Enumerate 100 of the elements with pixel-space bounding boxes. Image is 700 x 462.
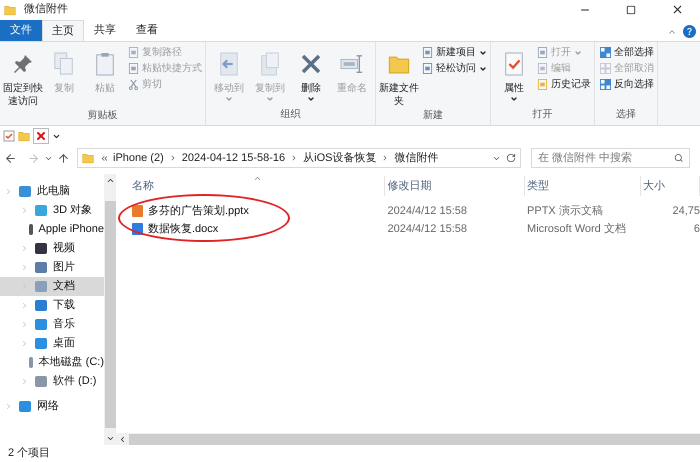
expand-icon bbox=[4, 402, 13, 411]
help-icon[interactable] bbox=[683, 25, 696, 38]
search-field[interactable]: 在 微信附件 中搜索 bbox=[531, 148, 690, 168]
column-header[interactable]: 大小 bbox=[640, 176, 700, 196]
document-icon bbox=[422, 63, 433, 74]
expand-icon bbox=[20, 377, 29, 386]
search-icon bbox=[674, 153, 683, 163]
sidebar-item[interactable]: Apple iPhone bbox=[0, 220, 104, 239]
sidebar-item[interactable]: 视频 bbox=[0, 239, 104, 258]
group-label: 打开 bbox=[532, 108, 554, 122]
ribbon-button[interactable]: 轻松访问 bbox=[422, 62, 487, 75]
checked-document-icon bbox=[503, 50, 525, 78]
expand-icon bbox=[20, 301, 29, 310]
ribbon-tab[interactable]: 共享 bbox=[84, 20, 126, 41]
sidebar-item[interactable]: 桌面 bbox=[0, 334, 104, 353]
scrollbar[interactable] bbox=[104, 174, 116, 445]
group-label: 组织 bbox=[280, 108, 302, 122]
document-icon bbox=[422, 47, 433, 58]
sidebar-item[interactable]: 下载 bbox=[0, 296, 104, 315]
document-icon bbox=[537, 63, 548, 74]
table-cell-text: PPTX 演示文稿 bbox=[527, 204, 603, 219]
ribbon-button[interactable]: 固定到快速访问 bbox=[3, 46, 43, 108]
horizontal-scrollbar[interactable] bbox=[116, 433, 700, 445]
ribbon-button[interactable]: 新建项目 bbox=[422, 46, 487, 59]
ribbon-button[interactable]: 属性 bbox=[494, 46, 534, 103]
sidebar-item[interactable]: 软件 (D:) bbox=[0, 372, 104, 391]
table-cell-text: 2024/4/12 15:58 bbox=[387, 222, 468, 237]
ribbon-button[interactable]: 删除 bbox=[291, 46, 331, 103]
sidebar-item[interactable]: 音乐 bbox=[0, 315, 104, 334]
grid-icon bbox=[600, 47, 611, 58]
expand-icon bbox=[20, 339, 29, 348]
ribbon-button[interactable]: 反向选择 bbox=[600, 78, 654, 91]
file-tab[interactable]: 文件 bbox=[0, 20, 42, 41]
group-label: 新建 bbox=[422, 108, 444, 123]
scissors-icon bbox=[128, 79, 139, 90]
expand-icon bbox=[20, 263, 29, 272]
table-cell-text: 6 bbox=[694, 222, 700, 237]
column-header[interactable]: 名称 bbox=[130, 176, 386, 196]
table-cell-text: 2024/4/12 15:58 bbox=[387, 204, 468, 219]
folder-icon bbox=[4, 4, 16, 16]
rename-icon bbox=[339, 53, 365, 75]
column-header[interactable]: 修改日期 bbox=[385, 176, 526, 196]
up-icon[interactable] bbox=[57, 152, 70, 164]
back-icon[interactable] bbox=[4, 152, 17, 164]
caret-icon bbox=[266, 95, 274, 103]
sidebar-item[interactable]: 3D 对象 bbox=[0, 201, 104, 220]
document-icon bbox=[128, 47, 139, 58]
document-icon bbox=[537, 47, 548, 58]
sidebar-item[interactable]: 图片 bbox=[0, 258, 104, 277]
status-text: 2 个项目 bbox=[8, 446, 50, 462]
breadcrumb[interactable]: iPhone (2) bbox=[113, 150, 164, 166]
table-cell[interactable]: 多芬的广告策划.pptx bbox=[148, 202, 249, 220]
sidebar-item[interactable]: 文档 bbox=[0, 277, 104, 296]
expand-icon bbox=[20, 244, 29, 253]
ribbon-tab[interactable]: 主页 bbox=[42, 20, 84, 41]
cross-icon bbox=[35, 130, 47, 142]
scroll-down-icon[interactable] bbox=[106, 434, 114, 443]
breadcrumb[interactable]: 微信附件 bbox=[394, 150, 438, 166]
sidebar-item[interactable]: 此电脑 bbox=[0, 182, 104, 201]
sidebar-item[interactable]: 本地磁盘 (C:) bbox=[0, 353, 104, 372]
ribbon-button[interactable]: 全部选择 bbox=[600, 46, 654, 59]
delete-button[interactable] bbox=[33, 128, 49, 144]
caret-icon bbox=[307, 95, 315, 103]
properties-icon[interactable] bbox=[3, 130, 15, 142]
copy-to-icon bbox=[259, 50, 281, 78]
presentation-file-icon bbox=[132, 205, 143, 217]
table-cell-text: 24,75 bbox=[672, 204, 700, 219]
ribbon-button[interactable]: 历史记录 bbox=[537, 78, 591, 91]
grid-icon bbox=[600, 63, 611, 74]
breadcrumb[interactable]: 从iOS设备恢复 bbox=[303, 150, 376, 166]
close-icon bbox=[670, 3, 684, 16]
scroll-left-icon[interactable] bbox=[118, 434, 127, 444]
table-cell[interactable]: 数据恢复.docx bbox=[148, 220, 218, 238]
refresh-icon[interactable] bbox=[506, 153, 516, 163]
expand-icon bbox=[20, 320, 29, 329]
delete-icon bbox=[299, 52, 323, 76]
caret-icon bbox=[225, 95, 233, 103]
grid-icon bbox=[600, 79, 611, 90]
column-header[interactable]: 类型 bbox=[525, 176, 641, 196]
new-folder-icon bbox=[18, 130, 30, 142]
folder-icon bbox=[82, 152, 94, 164]
group-label: 选择 bbox=[615, 108, 637, 122]
sort-icon bbox=[253, 174, 262, 183]
clipboard-icon bbox=[94, 50, 116, 78]
caret-icon bbox=[574, 48, 582, 56]
document-icon bbox=[128, 63, 139, 74]
move-icon bbox=[218, 50, 240, 78]
scroll-up-icon[interactable] bbox=[106, 176, 114, 185]
document-icon bbox=[537, 79, 548, 90]
window-title: 微信附件 bbox=[24, 2, 68, 18]
ribbon-tab[interactable]: 查看 bbox=[126, 20, 168, 41]
overflow-icon bbox=[100, 154, 109, 162]
expand-icon bbox=[4, 187, 13, 196]
address-bar[interactable]: iPhone (2) 2024-04-12 15-58-16 从iOS设备恢复 微信附件 bbox=[77, 148, 521, 168]
ribbon-button[interactable]: 新建文件夹 bbox=[379, 46, 419, 108]
caret-icon bbox=[510, 95, 518, 103]
expand-icon bbox=[20, 206, 29, 215]
sidebar-item[interactable]: 网络 bbox=[0, 397, 104, 416]
breadcrumb[interactable]: 2024-04-12 15-58-16 bbox=[182, 150, 286, 166]
maximize-icon bbox=[626, 4, 636, 14]
